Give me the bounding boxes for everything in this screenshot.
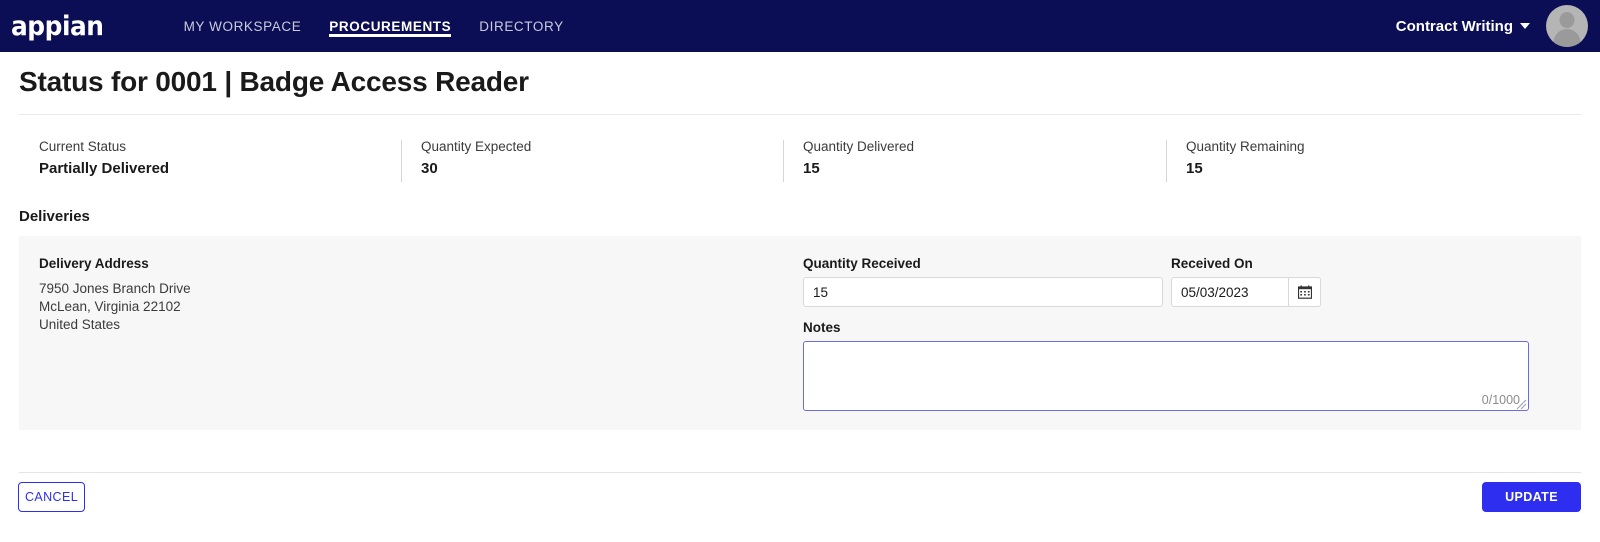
- appian-logo[interactable]: appian: [11, 13, 104, 40]
- footer-divider: [19, 472, 1581, 473]
- top-navigation-bar: appian MY WORKSPACE PROCUREMENTS DIRECTO…: [0, 0, 1600, 52]
- stat-quantity-expected: Quantity Expected 30: [401, 138, 783, 184]
- deliveries-heading: Deliveries: [19, 208, 90, 225]
- stat-current-status: Current Status Partially Delivered: [19, 138, 401, 184]
- stat-quantity-remaining-label: Quantity Remaining: [1186, 139, 1305, 154]
- stat-current-status-label: Current Status: [39, 139, 127, 154]
- notes-textarea[interactable]: [803, 341, 1529, 411]
- nav-item-directory[interactable]: DIRECTORY: [465, 0, 577, 52]
- quantity-received-input[interactable]: [803, 277, 1163, 307]
- calendar-icon: [1297, 285, 1312, 299]
- nav-item-directory-label: DIRECTORY: [479, 18, 564, 34]
- quantity-received-label: Quantity Received: [803, 256, 921, 271]
- stat-quantity-remaining-value: 15: [1186, 160, 1203, 177]
- delivery-form: Quantity Received Received On: [803, 256, 1561, 411]
- status-summary-strip: Current Status Partially Delivered Quant…: [19, 138, 1581, 184]
- avatar[interactable]: [1546, 5, 1588, 47]
- quantity-received-group: Quantity Received: [803, 256, 1163, 307]
- nav-item-my-workspace[interactable]: MY WORKSPACE: [170, 0, 316, 52]
- delivery-address-line-2: McLean, Virginia 22102: [39, 299, 181, 314]
- stat-quantity-remaining: Quantity Remaining 15: [1166, 138, 1549, 184]
- delivery-address-line-3: United States: [39, 317, 121, 332]
- delivery-address-title: Delivery Address: [39, 256, 149, 271]
- notes-label: Notes: [803, 320, 841, 335]
- title-divider: [19, 114, 1581, 115]
- stat-quantity-expected-label: Quantity Expected: [421, 139, 532, 154]
- stat-quantity-expected-value: 30: [421, 160, 438, 177]
- stat-current-status-value: Partially Delivered: [39, 160, 170, 177]
- nav-item-my-workspace-label: MY WORKSPACE: [183, 18, 302, 34]
- stat-quantity-delivered: Quantity Delivered 15: [783, 138, 1166, 184]
- delivery-address-line-1: 7950 Jones Branch Drive: [39, 281, 191, 296]
- nav-item-procurements-label: PROCUREMENTS: [329, 18, 452, 34]
- user-menu-label[interactable]: Contract Writing: [1396, 18, 1513, 35]
- nav-item-procurements[interactable]: PROCUREMENTS: [315, 0, 465, 52]
- update-button[interactable]: UPDATE: [1482, 482, 1581, 512]
- received-on-field-wrap: [1171, 277, 1321, 307]
- delivery-card: Delivery Address 7950 Jones Branch Drive…: [19, 236, 1581, 430]
- calendar-picker-button[interactable]: [1288, 277, 1321, 307]
- received-on-group: Received On: [1171, 256, 1321, 307]
- cancel-button[interactable]: CANCEL: [18, 482, 85, 512]
- main-nav-links: MY WORKSPACE PROCUREMENTS DIRECTORY: [170, 0, 578, 52]
- delivery-form-row-1: Quantity Received Received On: [803, 256, 1561, 307]
- notes-group: Notes 0/1000: [803, 320, 1561, 411]
- stat-quantity-delivered-value: 15: [803, 160, 820, 177]
- chevron-down-icon[interactable]: [1520, 23, 1530, 29]
- stat-quantity-delivered-label: Quantity Delivered: [803, 139, 915, 154]
- received-on-input[interactable]: [1171, 277, 1288, 307]
- page-title: Status for 0001 | Badge Access Reader: [19, 66, 529, 97]
- nav-right-cluster: Contract Writing: [1396, 5, 1600, 47]
- delivery-address-block: Delivery Address 7950 Jones Branch Drive…: [39, 256, 459, 334]
- received-on-label: Received On: [1171, 256, 1253, 271]
- notes-shell: 0/1000: [803, 341, 1529, 411]
